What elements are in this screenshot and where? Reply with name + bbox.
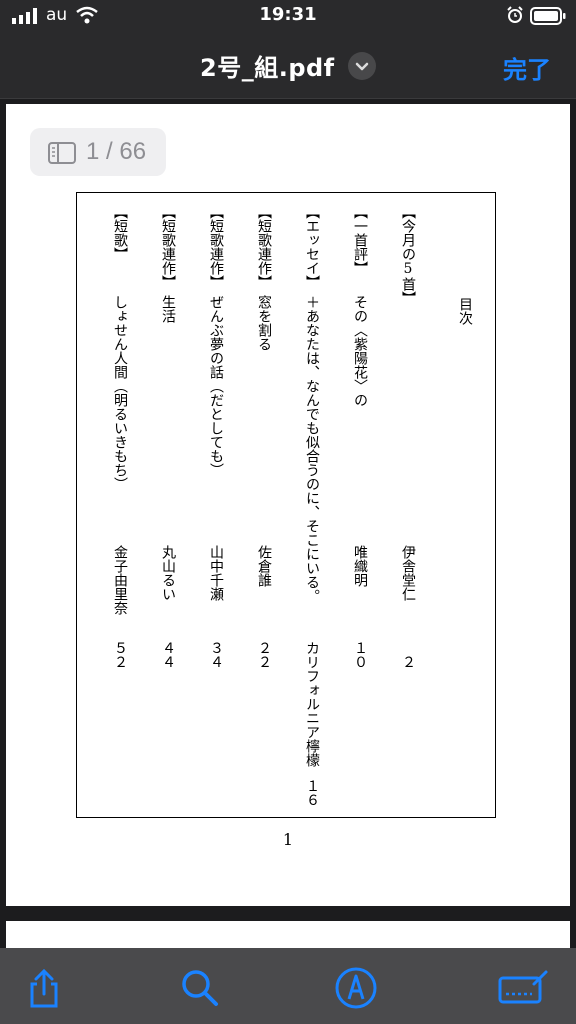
toc-entry: 【エッセイ】 ＋あなたは、なんでも似合うのに、そこにいる。 カリフォルニア檸檬 …	[299, 205, 325, 807]
chevron-down-icon	[355, 62, 369, 71]
sign-button[interactable]	[498, 964, 548, 1012]
sidebar-icon	[48, 142, 76, 164]
toc-page: １６	[304, 779, 320, 807]
alarm-icon	[507, 6, 523, 23]
search-icon	[182, 970, 218, 1006]
toc-page: ２２	[256, 641, 272, 669]
toc-entry: 【短歌連作】 ぜんぶ夢の話（だとしても） 山中千瀬 ３４	[203, 205, 229, 805]
keyboard-sign-icon	[498, 970, 548, 1004]
toc-author: 伊舎堂仁	[400, 545, 416, 601]
navigation-bar: 2号_組.pdf 完了	[0, 34, 576, 99]
toc-page: ２	[400, 655, 416, 669]
toc-page: ５２	[112, 641, 128, 669]
battery-icon	[530, 7, 566, 25]
toc-author: 丸山るい	[160, 545, 176, 601]
share-icon	[30, 968, 58, 1008]
search-button[interactable]	[176, 964, 224, 1012]
status-bar: au 19:31	[0, 0, 576, 34]
markup-button[interactable]	[332, 964, 380, 1012]
toc-author: 佐倉誰	[256, 545, 272, 587]
share-button[interactable]	[20, 964, 68, 1012]
toc-entry: 【短歌連作】 生活 丸山るい ４４	[155, 205, 181, 805]
page-indicator-text: 1 / 66	[86, 138, 147, 165]
toc-category: 【短歌】	[112, 205, 128, 261]
toc-author: 唯織明	[352, 545, 368, 587]
title-menu-button[interactable]	[348, 52, 376, 80]
done-button[interactable]: 完了	[503, 50, 551, 85]
toc-subtitle: しょせん人間（明るいきもち）	[112, 295, 128, 491]
toc-category: 【一首評】	[352, 205, 368, 275]
toc-category: 【短歌連作】	[256, 205, 272, 289]
toc-author: 金子由里奈	[112, 545, 128, 615]
document-title[interactable]: 2号_組.pdf	[200, 48, 335, 83]
toc-subtitle: 生活	[160, 295, 176, 323]
toc-category: 【短歌連作】	[160, 205, 176, 289]
toc-entry: 【短歌連作】 窓を割る 佐倉誰 ２２	[251, 205, 277, 805]
pdf-page[interactable]: 1 / 66 目次 【今月の5首】 伊舎堂仁 ２ 【一首評】 その〈紫陽花〉の …	[6, 104, 570, 906]
toc-author: 山中千瀬	[208, 545, 224, 601]
clock: 19:31	[259, 4, 317, 25]
toc-subtitle: ぜんぶ夢の話（だとしても）	[208, 295, 224, 477]
pdf-viewer[interactable]: 1 / 66 目次 【今月の5首】 伊舎堂仁 ２ 【一首評】 その〈紫陽花〉の …	[0, 99, 576, 961]
toc-entry: 【短歌】 しょせん人間（明るいきもち） 金子由里奈 ５２	[107, 205, 133, 805]
toc-page: ４４	[160, 641, 176, 669]
toc-page: ３４	[208, 641, 224, 669]
toc-page: １０	[352, 641, 368, 669]
toc-subtitle: 窓を割る	[256, 295, 272, 351]
toc-title: 目次	[457, 297, 473, 325]
toc-category: 【短歌連作】	[208, 205, 224, 289]
toc-subtitle: その〈紫陽花〉の	[352, 295, 368, 407]
markup-icon	[335, 967, 377, 1009]
toc-author: カリフォルニア檸檬	[304, 641, 320, 767]
toc-category: 【エッセイ】	[304, 205, 320, 289]
toc-subtitle: ＋あなたは、なんでも似合うのに、そこにいる。	[304, 295, 320, 603]
toc-entry: 【一首評】 その〈紫陽花〉の 唯織明 １０	[347, 205, 373, 805]
page-indicator-button[interactable]: 1 / 66	[30, 128, 166, 176]
toc-category: 【今月の5首】	[400, 205, 416, 305]
bottom-toolbar	[0, 948, 576, 1024]
table-of-contents: 目次 【今月の5首】 伊舎堂仁 ２ 【一首評】 その〈紫陽花〉の 唯織明 １０ …	[76, 192, 496, 818]
toc-entry: 【今月の5首】 伊舎堂仁 ２	[395, 205, 421, 805]
page-number: 1	[282, 830, 294, 849]
